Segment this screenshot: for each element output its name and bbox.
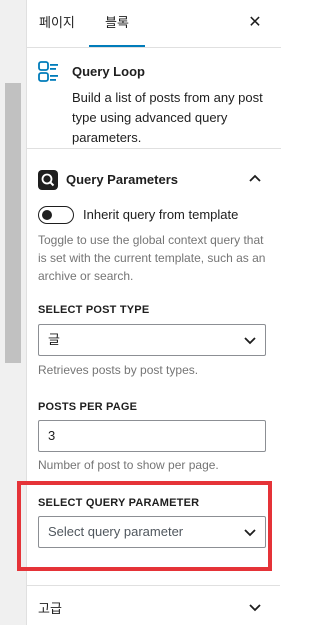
query-loop-icon (38, 61, 58, 82)
advanced-section-header[interactable]: 고급 (26, 585, 280, 626)
post-type-label: SELECT POST TYPE (38, 304, 150, 316)
chevron-up-icon[interactable] (248, 172, 262, 186)
chevron-down-icon (249, 604, 261, 612)
inherit-query-label: Inherit query from template (83, 207, 239, 222)
block-description: Build a list of posts from any post type… (72, 90, 263, 145)
inherit-query-help: Toggle to use the global context query t… (38, 233, 266, 283)
search-square-icon (38, 170, 58, 190)
posts-per-page-label: POSTS PER PAGE (38, 401, 138, 413)
scrollbar-thumb[interactable] (5, 83, 21, 363)
posts-per-page-input[interactable]: 3 (38, 420, 266, 452)
tab-page[interactable]: 페이지 (39, 0, 75, 46)
inherit-query-toggle[interactable] (38, 206, 74, 224)
sidebar-tabs: 페이지 블록 ✕ (27, 0, 281, 48)
post-type-value: 글 (48, 332, 60, 347)
query-parameters-title: Query Parameters (66, 172, 179, 187)
highlight-box (17, 481, 272, 571)
query-parameters-header[interactable]: Query Parameters (26, 150, 280, 210)
posts-per-page-help: Number of post to show per page. (38, 458, 219, 472)
post-type-select[interactable]: 글 (38, 324, 266, 356)
post-type-help: Retrieves posts by post types. (38, 363, 199, 377)
advanced-label: 고급 (38, 601, 62, 616)
block-title: Query Loop (72, 64, 145, 79)
tab-block[interactable]: 블록 (89, 0, 145, 47)
posts-per-page-value: 3 (48, 428, 56, 443)
chevron-down-icon (244, 337, 256, 345)
toggle-knob (42, 210, 52, 220)
close-icon[interactable]: ✕ (243, 11, 267, 35)
